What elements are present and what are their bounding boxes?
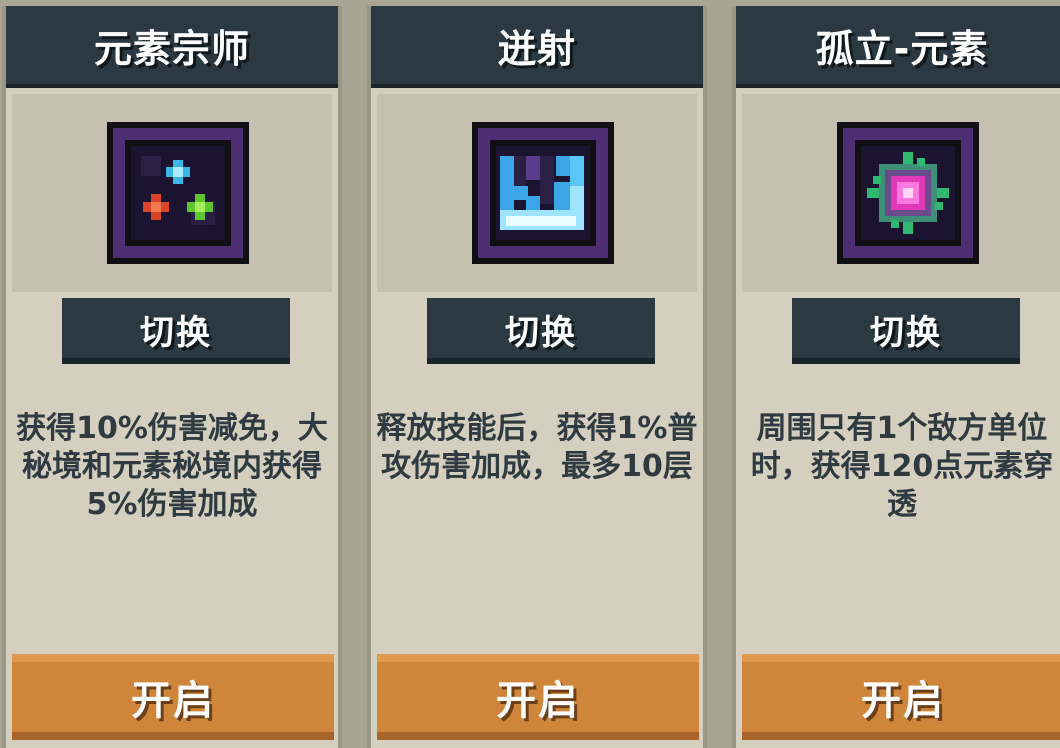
talent-description: 获得10%伤害减免，大秘境和元素秘境内获得5%伤害加成 xyxy=(16,411,328,522)
talent-selection-screen: 元素宗师 切换 获得10%伤害减免，大秘境和元素秘境内获得5%伤害加成 开启 迸… xyxy=(0,0,1060,748)
switch-button[interactable]: 切换 xyxy=(62,298,290,364)
icon-panel xyxy=(377,94,697,292)
elements-tri-orb-icon xyxy=(107,122,249,264)
pink-crystal-icon xyxy=(837,122,979,264)
talent-card-isolation-element: 孤立-元素 切换 周围只有1个敌方单位时，获得120点元素穿透 开启 xyxy=(732,6,1060,748)
icon-panel xyxy=(12,94,332,292)
talent-description: 周围只有1个敌方单位时，获得120点元素穿透 xyxy=(750,411,1054,522)
ice-burst-icon xyxy=(472,122,614,264)
talent-card-burst: 迸射 切换 释放技能后，获得1%普攻伤害加成，最多10层 开启 xyxy=(367,6,707,748)
card-title: 孤立-元素 xyxy=(736,6,1060,88)
icon-panel xyxy=(742,94,1060,292)
card-title: 元素宗师 xyxy=(6,6,338,88)
talent-card-element-master: 元素宗师 切换 获得10%伤害减免，大秘境和元素秘境内获得5%伤害加成 开启 xyxy=(2,6,342,748)
open-button[interactable]: 开启 xyxy=(377,654,699,740)
open-button[interactable]: 开启 xyxy=(12,654,334,740)
talent-description: 释放技能后，获得1%普攻伤害加成，最多10层 xyxy=(376,411,698,484)
card-title: 迸射 xyxy=(371,6,703,88)
switch-button[interactable]: 切换 xyxy=(427,298,655,364)
open-button[interactable]: 开启 xyxy=(742,654,1060,740)
switch-button[interactable]: 切换 xyxy=(792,298,1020,364)
